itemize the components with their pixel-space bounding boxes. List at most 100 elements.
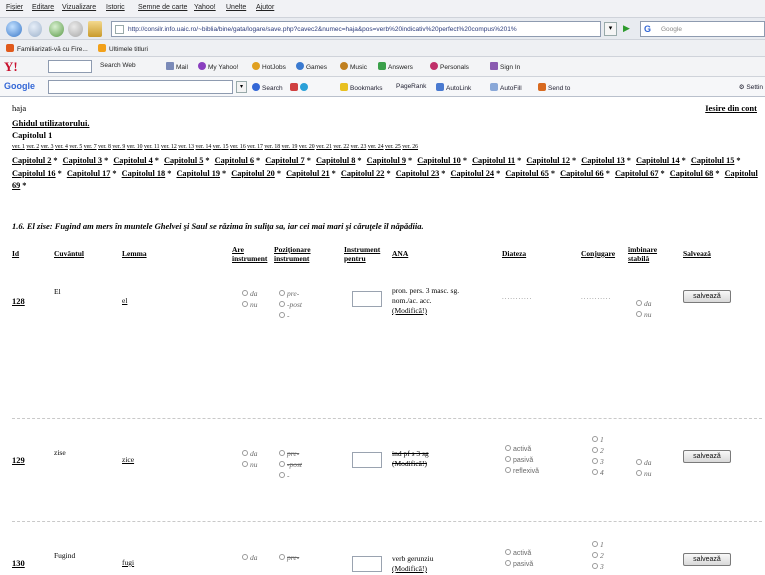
address-bar[interactable]: http://consilr.info.uaic.ro/~biblia/bine… bbox=[111, 21, 601, 37]
chapter-link[interactable]: Capitolul 20 bbox=[231, 169, 275, 178]
google-extras[interactable] bbox=[290, 83, 310, 92]
instrument-for-input[interactable] bbox=[352, 452, 382, 468]
verse-link[interactable]: ver. 9 bbox=[112, 144, 125, 150]
google-send-to[interactable]: Send to bbox=[538, 83, 570, 92]
radio-instrument-nu[interactable]: nu bbox=[242, 460, 258, 469]
chapter-link[interactable]: Capitolul 14 bbox=[636, 156, 680, 165]
google-search-dropdown-icon[interactable]: ▾ bbox=[236, 81, 247, 93]
radio-diateza-reflexiva[interactable]: reflexivă bbox=[505, 467, 539, 475]
verse-link[interactable]: ver. 3 bbox=[41, 144, 54, 150]
verse-link[interactable]: ver. 12 bbox=[161, 144, 177, 150]
chapter-link[interactable]: Capitolul 7 bbox=[265, 156, 304, 165]
address-dropdown-icon[interactable]: ▾ bbox=[604, 22, 617, 36]
verse-link[interactable]: ver. 2 bbox=[26, 144, 39, 150]
verse-link[interactable]: ver. 26 bbox=[402, 144, 418, 150]
radio-stable-da[interactable]: da bbox=[636, 458, 652, 467]
chapter-link[interactable]: Capitolul 17 bbox=[67, 169, 111, 178]
yahoo-personals[interactable]: Personals bbox=[430, 62, 469, 71]
logout-link[interactable]: Iesire din cont bbox=[705, 103, 757, 113]
verse-link[interactable]: ver. 22 bbox=[333, 144, 349, 150]
radio-position-none[interactable]: - bbox=[279, 311, 290, 320]
google-search-engine-icon[interactable]: G bbox=[644, 24, 656, 35]
go-arrow-icon[interactable]: ▶ bbox=[620, 22, 633, 36]
radio-conjugation-2[interactable]: 2 bbox=[592, 551, 604, 560]
chapter-link[interactable]: Capitolul 18 bbox=[122, 169, 166, 178]
verse-link[interactable]: ver. 20 bbox=[299, 144, 315, 150]
chapter-link[interactable]: Capitolul 67 bbox=[615, 169, 659, 178]
radio-diateza-activa[interactable]: activă bbox=[505, 549, 531, 557]
yahoo-music[interactable]: Music bbox=[340, 62, 367, 71]
chapter-link[interactable]: Capitolul 21 bbox=[286, 169, 330, 178]
yahoo-search-web[interactable]: Search Web bbox=[100, 62, 136, 69]
yahoo-sign-in[interactable]: Sign In bbox=[490, 62, 520, 71]
verse-link[interactable]: ver. 8 bbox=[98, 144, 111, 150]
verse-link[interactable]: ver. 13 bbox=[178, 144, 194, 150]
verse-link[interactable]: ver. 19 bbox=[282, 144, 298, 150]
menu-edit[interactable]: Editare bbox=[32, 4, 54, 11]
row-id-130[interactable]: 130 bbox=[12, 558, 25, 568]
verse-link[interactable]: ver. 24 bbox=[368, 144, 384, 150]
chapter-link[interactable]: Capitolul 16 bbox=[12, 169, 56, 178]
google-autofill[interactable]: AutoFill bbox=[490, 83, 522, 92]
verse-link[interactable]: ver. 25 bbox=[385, 144, 401, 150]
save-button[interactable]: salvează bbox=[683, 553, 731, 566]
instrument-for-input[interactable] bbox=[352, 291, 382, 307]
radio-instrument-da[interactable]: da bbox=[242, 553, 258, 562]
bookmark-latest-headlines[interactable]: Ultimele titluri bbox=[98, 44, 148, 53]
chapter-link[interactable]: Capitolul 66 bbox=[560, 169, 604, 178]
row-lemma-129[interactable]: zice bbox=[122, 455, 134, 464]
verse-link[interactable]: ver. 4 bbox=[55, 144, 68, 150]
radio-diateza-pasiva[interactable]: pasivă bbox=[505, 456, 533, 464]
verse-link[interactable]: ver. 5 bbox=[69, 144, 82, 150]
radio-position-post[interactable]: -post bbox=[279, 300, 302, 309]
search-box[interactable]: G Google bbox=[640, 21, 765, 37]
yahoo-my-yahoo[interactable]: My Yahoo! bbox=[198, 62, 238, 71]
radio-position-none[interactable]: - bbox=[279, 471, 290, 480]
row-id-129[interactable]: 129 bbox=[12, 455, 25, 465]
verse-link[interactable]: ver. 14 bbox=[195, 144, 211, 150]
radio-stable-nu[interactable]: nu bbox=[636, 469, 652, 478]
chapter-link[interactable]: Capitolul 65 bbox=[505, 169, 549, 178]
radio-stable-da[interactable]: da bbox=[636, 299, 652, 308]
chapter-link[interactable]: Capitolul 23 bbox=[396, 169, 440, 178]
radio-conjugation-1[interactable]: 1 bbox=[592, 435, 604, 444]
save-button[interactable]: salvează bbox=[683, 450, 731, 463]
instrument-for-input[interactable] bbox=[352, 556, 382, 572]
radio-position-post[interactable]: -post bbox=[279, 460, 302, 469]
verse-link[interactable]: ver. 21 bbox=[316, 144, 332, 150]
google-bookmarks[interactable]: Bookmarks bbox=[340, 83, 383, 92]
radio-conjugation-4[interactable]: 4 bbox=[592, 468, 604, 477]
chapter-link[interactable]: Capitolul 4 bbox=[113, 156, 152, 165]
radio-conjugation-3[interactable]: 3 bbox=[592, 562, 604, 571]
yahoo-search-input[interactable] bbox=[48, 60, 92, 73]
verse-link[interactable]: ver. 11 bbox=[144, 144, 160, 150]
chapter-link[interactable]: Capitolul 10 bbox=[417, 156, 461, 165]
chapter-link[interactable]: Capitolul 3 bbox=[63, 156, 102, 165]
menu-yahoo[interactable]: Yahoo! bbox=[194, 4, 216, 11]
radio-conjugation-2[interactable]: 2 bbox=[592, 446, 604, 455]
menu-view[interactable]: Vizualizare bbox=[62, 4, 96, 11]
google-search-button[interactable]: Search bbox=[252, 83, 283, 92]
radio-diateza-pasiva[interactable]: pasivă bbox=[505, 560, 533, 568]
chapter-link[interactable]: Capitolul 8 bbox=[316, 156, 355, 165]
radio-position-pre[interactable]: pre- bbox=[279, 289, 299, 298]
menu-tools[interactable]: Unelte bbox=[226, 4, 246, 11]
chapter-link[interactable]: Capitolul 19 bbox=[176, 169, 220, 178]
chapter-link[interactable]: Capitolul 9 bbox=[367, 156, 406, 165]
row-id-128[interactable]: 128 bbox=[12, 296, 25, 306]
back-arrow-icon[interactable] bbox=[6, 21, 22, 37]
chapter-link[interactable]: Capitolul 12 bbox=[526, 156, 570, 165]
menu-help[interactable]: Ajutor bbox=[256, 4, 274, 11]
google-search-input[interactable] bbox=[48, 80, 233, 94]
chapter-link[interactable]: Capitolul 15 bbox=[691, 156, 735, 165]
chapter-link[interactable]: Capitolul 6 bbox=[215, 156, 254, 165]
yahoo-games[interactable]: Games bbox=[296, 62, 327, 71]
verse-link[interactable]: ver. 16 bbox=[230, 144, 246, 150]
radio-instrument-nu[interactable]: nu bbox=[242, 300, 258, 309]
radio-conjugation-1[interactable]: 1 bbox=[592, 540, 604, 549]
modify-ana-link[interactable]: (Modifică!) bbox=[392, 459, 427, 469]
radio-instrument-da[interactable]: da bbox=[242, 289, 258, 298]
chapter-link[interactable]: Capitolul 13 bbox=[581, 156, 625, 165]
chapter-link[interactable]: Capitolul 2 bbox=[12, 156, 51, 165]
save-button[interactable]: salvează bbox=[683, 290, 731, 303]
